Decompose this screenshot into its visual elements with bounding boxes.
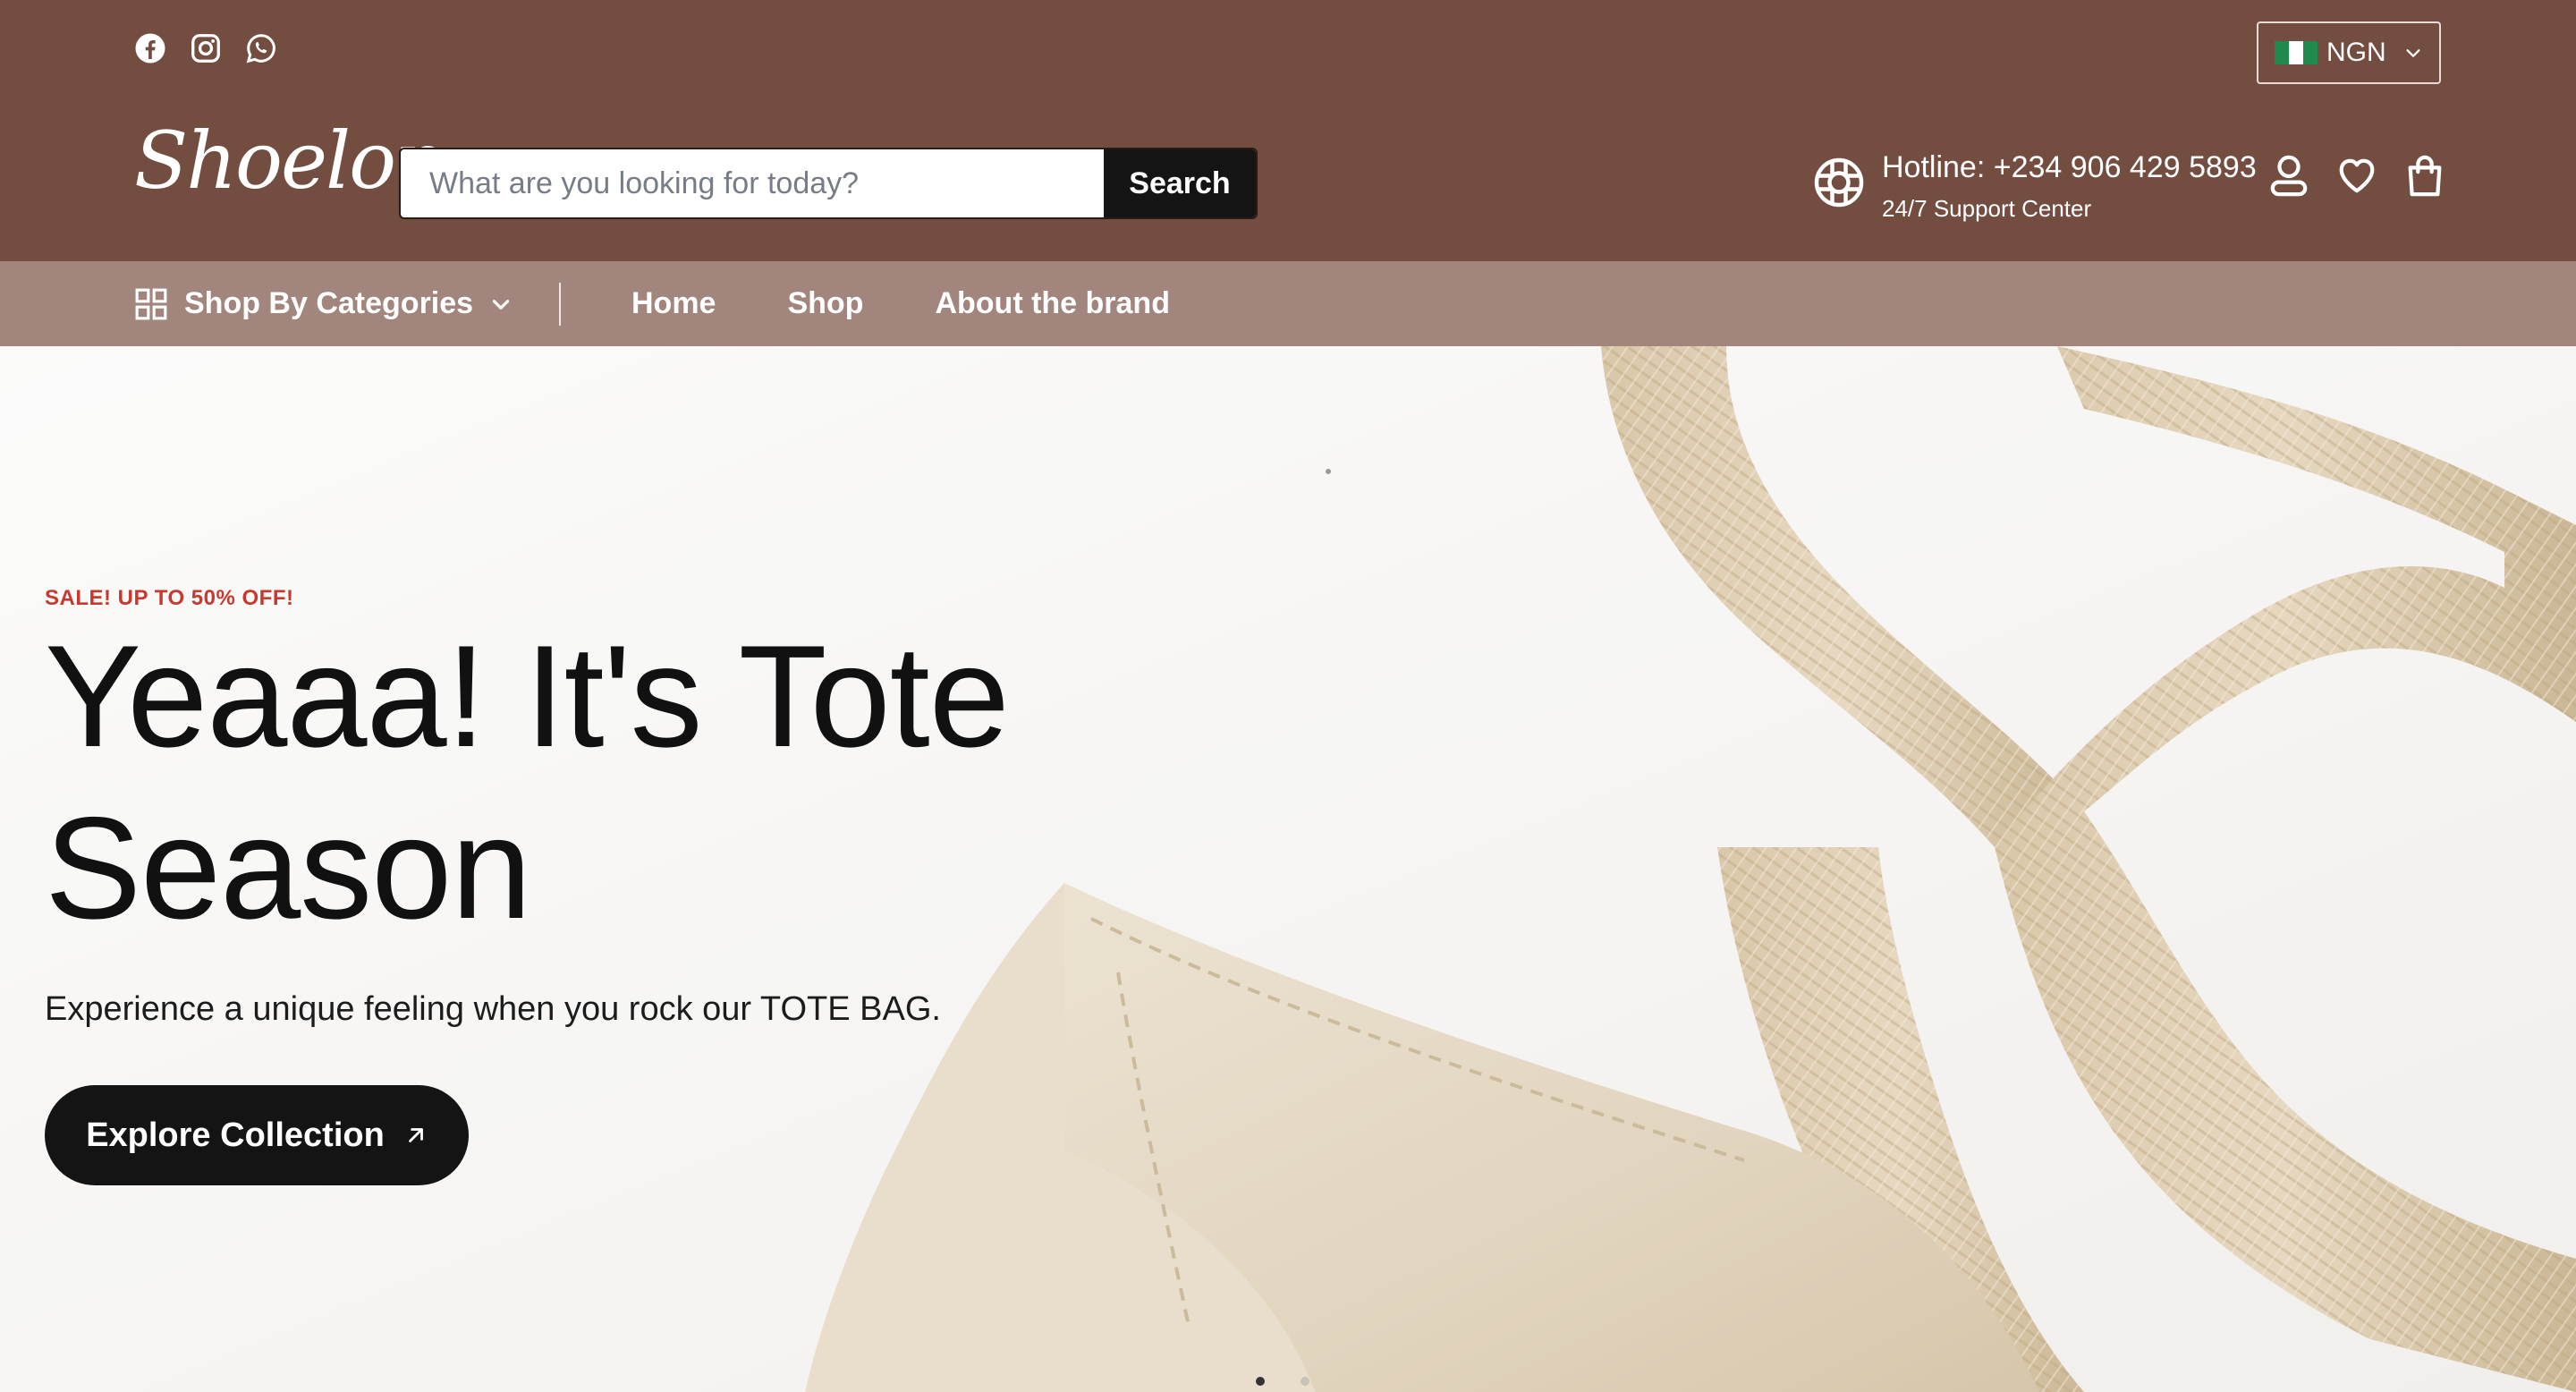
search-bar: Search bbox=[399, 148, 1258, 219]
shopping-bag-icon[interactable] bbox=[2404, 152, 2445, 199]
search-button[interactable]: Search bbox=[1104, 149, 1256, 217]
heart-icon[interactable] bbox=[2336, 152, 2377, 199]
nav-about-the-brand[interactable]: About the brand bbox=[935, 286, 1170, 321]
arrow-up-right-icon bbox=[408, 1128, 423, 1142]
nav-divider bbox=[559, 283, 561, 326]
sale-tag: SALE! UP TO 50% OFF! bbox=[45, 586, 294, 610]
grid-icon bbox=[135, 288, 167, 319]
nav-home[interactable]: Home bbox=[631, 286, 716, 321]
brand-logo[interactable]: Shoelon bbox=[134, 122, 445, 200]
carousel-dot[interactable] bbox=[1256, 1377, 1265, 1386]
search-input[interactable] bbox=[401, 149, 1104, 217]
hero-title-line-2: Season bbox=[45, 787, 531, 949]
chevron-down-icon bbox=[2406, 49, 2420, 57]
hero-subtitle: Experience a unique feeling when you roc… bbox=[45, 990, 941, 1028]
nigeria-flag-icon bbox=[2275, 41, 2318, 64]
carousel-dot[interactable] bbox=[1301, 1377, 1309, 1386]
explore-collection-label: Explore Collection bbox=[86, 1116, 385, 1154]
hotline-info: Hotline: +234 906 429 5893 24/7 Support … bbox=[1882, 149, 2257, 224]
user-icon[interactable] bbox=[2268, 152, 2309, 199]
main-nav: Shop By Categories Home Shop About the b… bbox=[0, 261, 2576, 346]
nav-shop[interactable]: Shop bbox=[787, 286, 863, 321]
explore-collection-button[interactable]: Explore Collection bbox=[45, 1085, 469, 1185]
hero-title: Yeaaa! It's Tote Season bbox=[45, 611, 1118, 955]
facebook-icon[interactable] bbox=[134, 32, 166, 64]
shop-by-categories-dropdown[interactable]: Shop By Categories bbox=[134, 261, 513, 346]
hero-title-line-1: Yeaaa! It's Tote bbox=[45, 615, 1010, 777]
categories-label: Shop By Categories bbox=[184, 286, 474, 320]
chevron-down-icon bbox=[492, 299, 510, 310]
currency-code: NGN bbox=[2326, 38, 2386, 67]
whatsapp-icon[interactable] bbox=[245, 32, 277, 64]
header-actions bbox=[2268, 152, 2445, 199]
carousel-dots bbox=[1256, 1377, 1309, 1386]
hero-banner: SALE! UP TO 50% OFF! Yeaaa! It's Tote Se… bbox=[0, 346, 2576, 1392]
nav-links: Home Shop About the brand bbox=[631, 261, 1241, 346]
social-links bbox=[134, 32, 277, 64]
hotline-number[interactable]: Hotline: +234 906 429 5893 bbox=[1882, 149, 2257, 186]
support-center-label: 24/7 Support Center bbox=[1882, 195, 2092, 222]
header-top: NGN Shoelon Search Hotline: +234 906 429… bbox=[0, 0, 2576, 261]
instagram-icon[interactable] bbox=[190, 32, 222, 64]
currency-selector[interactable]: NGN bbox=[2257, 21, 2441, 84]
lifebuoy-icon bbox=[1814, 157, 1864, 208]
